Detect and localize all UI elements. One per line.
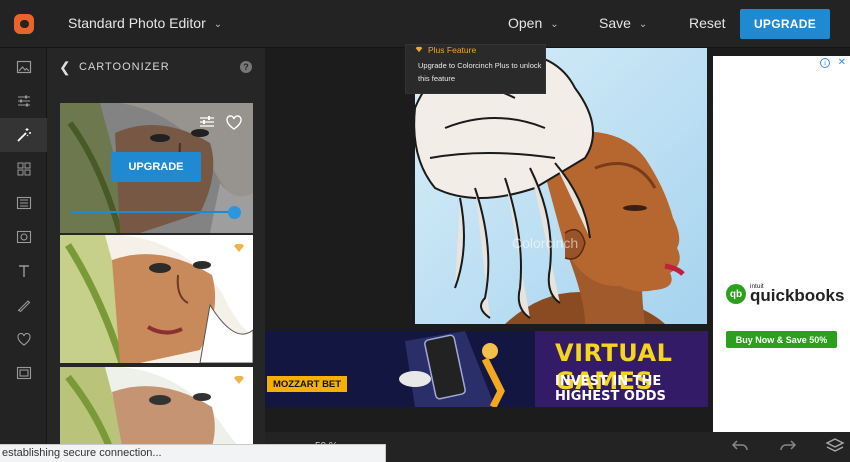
intensity-slider-track[interactable] (70, 211, 238, 213)
frame-icon[interactable] (0, 220, 47, 254)
chevron-down-icon: ⌄ (638, 19, 648, 30)
cartoonizer-panel: ❮ CARTOONIZER ? UPGRADE (47, 48, 265, 462)
layers-icon[interactable] (825, 437, 845, 455)
chevron-down-icon: ⌄ (213, 19, 223, 30)
ad-close-icon[interactable]: ✕ (838, 57, 846, 68)
ad-info-icon[interactable]: i (820, 58, 830, 68)
tool-rail (0, 48, 47, 462)
mozzart-bet-logo: MOZZART BET (267, 376, 348, 392)
upgrade-button[interactable]: UPGRADE (740, 9, 830, 39)
quickbooks-logo: qb (726, 284, 746, 304)
plus-gem-icon (234, 244, 244, 252)
redo-icon[interactable] (779, 439, 797, 453)
quickbooks-wordmark: quickbooks (750, 286, 845, 305)
effect-thumbnail-1[interactable]: UPGRADE (60, 103, 253, 233)
thumbnail-controls (200, 113, 248, 136)
open-label: Open (508, 15, 543, 31)
brush-icon[interactable] (0, 288, 47, 322)
side-advertisement[interactable]: i ✕ qb intuit quickbooks Buy Now & Save … (713, 56, 850, 432)
tooltip-title: Plus Feature (428, 45, 477, 55)
top-bar: Standard Photo Editor ⌄ Open ⌄ Save ⌄ Reset… (0, 0, 850, 48)
editor-mode-label: Standard Photo Editor (68, 15, 206, 31)
plus-feature-tooltip: Plus Feature Upgrade to Colorcinch Plus … (405, 44, 546, 94)
open-menu[interactable]: Open ⌄ (508, 15, 559, 31)
undo-icon[interactable] (731, 439, 749, 453)
back-arrow-icon[interactable]: ❮ (59, 59, 71, 76)
save-menu[interactable]: Save ⌄ (599, 15, 647, 31)
plus-gem-icon (234, 376, 244, 384)
chevron-down-icon: ⌄ (550, 19, 559, 30)
help-icon[interactable]: ? (240, 61, 252, 73)
panel-header: ❮ CARTOONIZER ? (47, 48, 265, 86)
thumbnail-upgrade-button[interactable]: UPGRADE (111, 152, 201, 182)
border-icon[interactable] (0, 356, 47, 390)
texture-icon[interactable] (0, 186, 47, 220)
adjust-sliders-icon[interactable] (0, 84, 47, 118)
browser-status-bar: establishing secure connection... (0, 444, 386, 462)
grid-icon[interactable] (0, 152, 47, 186)
banner-subline: INVEST IN THE HIGHEST ODDS (555, 374, 666, 404)
text-icon[interactable] (0, 254, 47, 288)
tooltip-body: Upgrade to Colorcinch Plus to unlock thi… (418, 61, 542, 83)
save-label: Save (599, 15, 631, 31)
intensity-slider-handle[interactable] (228, 206, 241, 219)
effect-thumbnail-2[interactable] (60, 235, 253, 363)
heart-icon[interactable] (0, 322, 47, 356)
reset-button[interactable]: Reset (689, 15, 726, 31)
colorcinch-logo[interactable] (0, 0, 48, 48)
ad-cta-button[interactable]: Buy Now & Save 50% (726, 331, 837, 348)
magic-wand-icon[interactable] (0, 118, 47, 152)
watermark-text: Colorcinch (512, 235, 579, 251)
ad-banner[interactable]: MOZZART BET VIRTUAL GAMES INVEST IN THE … (265, 331, 708, 407)
cartoon-preview-image (60, 235, 253, 363)
panel-title: CARTOONIZER (79, 61, 170, 73)
plus-gem-icon (415, 46, 423, 53)
editor-mode-dropdown[interactable]: Standard Photo Editor ⌄ (68, 15, 222, 31)
image-icon[interactable] (0, 50, 47, 84)
